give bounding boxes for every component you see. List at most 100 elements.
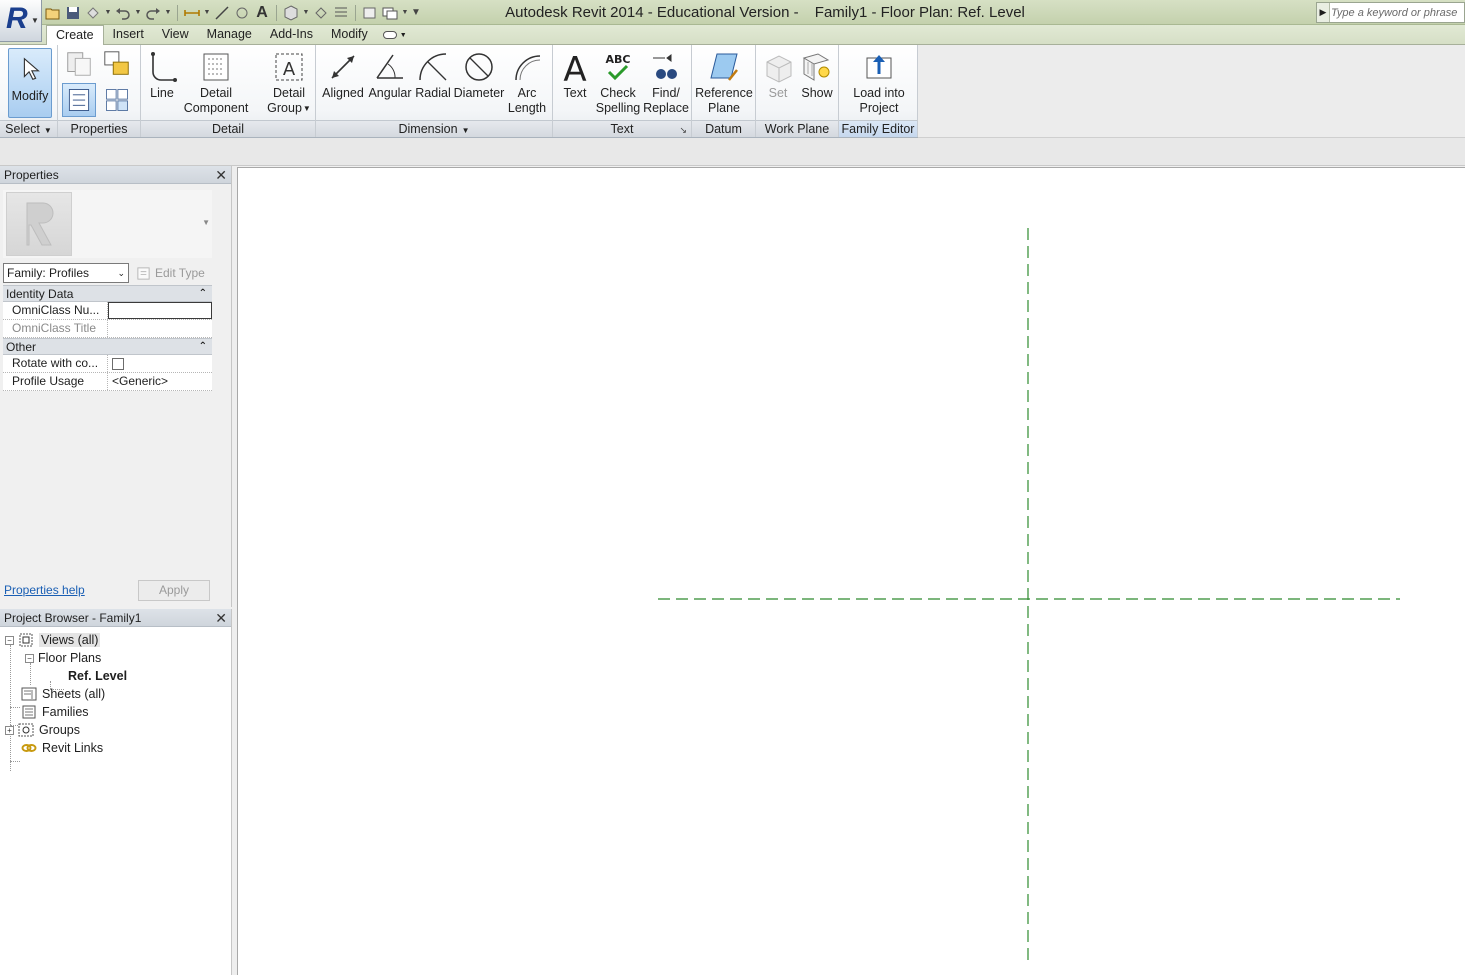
find-replace-tool[interactable]: Find/ Replace [643,48,689,116]
panel-title: Text [610,122,634,136]
expand-toggle-icon[interactable]: + [5,725,14,735]
modify-button[interactable]: Modify [8,48,52,118]
check-label-1: Check [600,86,636,100]
chevron-down-icon: ⌄ [117,268,125,278]
property-row: Profile Usage <Generic> [3,373,212,391]
floor-plan-view [658,228,1400,960]
find-replace-icon [643,48,689,86]
tree-node-families[interactable]: Families [21,703,89,721]
drawing-area[interactable] [237,167,1465,975]
line-tool[interactable]: Line [144,48,180,101]
family-types-icon[interactable] [100,47,134,81]
panel-properties: Properties [58,45,141,137]
tab-modify[interactable]: Modify [322,25,377,45]
tree-line [10,645,11,771]
tree-node-sheets[interactable]: Sheets (all) [21,685,105,703]
family-category-icon[interactable] [62,47,96,81]
datum-panel-label: Datum [692,120,755,137]
find-label-2: Replace [643,101,689,115]
radial-dimension-tool[interactable]: Radial [413,48,453,101]
property-row: Rotate with co... [3,355,212,373]
tab-view[interactable]: View [153,25,198,45]
tab-manage[interactable]: Manage [198,25,261,45]
expand-arrow-icon[interactable]: ▶ [1317,3,1330,22]
tab-insert[interactable]: Insert [104,25,153,45]
svg-text:A: A [283,59,296,80]
ribbon-minimize-button[interactable]: ▼ [377,25,413,45]
detail-group-tool[interactable]: A Detail Group▼ [267,48,311,116]
title-bar: ▼ ▼ ▼ ▼ A ▼ ▼ ▼ Autodesk Revit 2014 - Ed… [0,0,1465,25]
close-icon[interactable]: ✕ [215,609,227,627]
group-name: Other [6,340,37,354]
group-identity-data[interactable]: Identity Data ⌃ [3,285,212,302]
families-icon [21,705,37,719]
collapse-icon[interactable]: ⌃ [199,339,207,355]
application-menu-button[interactable]: R ▼ [0,0,42,42]
tree-node-views[interactable]: − Views (all) [5,631,101,649]
chevron-down-icon: ▼ [461,126,470,135]
check-spelling-tool[interactable]: ABC Check Spelling [595,48,641,116]
dialog-launcher-icon[interactable]: ↘ [679,122,687,138]
infocenter-search[interactable]: ▶ [1316,2,1465,23]
family-selector[interactable]: Family: Profiles ⌄ [3,263,129,283]
property-name: Profile Usage [3,373,108,390]
revit-logo-icon: R [6,2,28,35]
family-select-value: Family: Profiles [7,266,90,280]
chevron-down-icon: ▼ [31,16,39,25]
property-grid-empty-area [3,394,212,577]
properties-palette-icon[interactable] [62,83,96,117]
collapse-toggle-icon[interactable]: − [25,653,34,663]
dimension-panel-label[interactable]: Dimension ▼ [316,120,552,137]
omniclass-number-field[interactable] [108,302,212,319]
cursor-arrow-icon [9,49,51,89]
reference-label-1: Reference [695,86,753,100]
chevron-down-icon: ▼ [302,104,311,113]
ribbon-empty-area [918,45,1465,138]
collapse-icon[interactable]: ⌃ [199,286,207,302]
tree-line [10,707,20,708]
aligned-dimension-tool[interactable]: Aligned [319,48,367,101]
type-properties-icon[interactable] [100,83,134,117]
chevron-down-icon: ▼ [43,126,52,135]
detail-group-label-1: Detail [273,86,305,100]
detail-group-icon: A [267,48,311,86]
diameter-label: Diameter [453,86,505,100]
search-input[interactable] [1331,4,1463,21]
panel-select: Modify Select ▼ [0,45,58,137]
type-selector[interactable]: ▼ [3,190,212,258]
group-other[interactable]: Other ⌃ [3,338,212,355]
angular-dimension-tool[interactable]: Angular [367,48,413,101]
groups-icon [18,723,34,737]
reference-plane-tool[interactable]: Reference Plane [695,48,753,116]
tab-create[interactable]: Create [46,25,104,46]
panel-title: Select [5,122,40,136]
load-into-project-tool[interactable]: Load into Project [845,48,913,116]
panel-work-plane: Set Show Work Plane [756,45,839,137]
text-tool[interactable]: A Text [557,48,593,101]
rotate-with-component-checkbox[interactable] [112,358,124,370]
tree-node-floor-plans[interactable]: − Floor Plans [25,649,101,667]
properties-help-link[interactable]: Properties help [4,583,85,597]
tab-add-ins[interactable]: Add-Ins [261,25,322,45]
close-icon[interactable]: ✕ [215,166,227,184]
select-panel-label[interactable]: Select ▼ [0,120,57,137]
edit-type-icon [137,266,150,280]
profile-usage-field[interactable]: <Generic> [108,373,212,390]
node-label: Views (all) [39,633,101,647]
arc-length-dimension-tool[interactable]: Arc Length [505,48,549,116]
diameter-dimension-tool[interactable]: Diameter [453,48,505,101]
set-work-plane-tool[interactable]: Set [760,48,796,101]
tree-node-ref-level[interactable]: Ref. Level [68,667,127,685]
tree-line [10,761,20,762]
detail-component-tool[interactable]: Detail Component [183,48,249,116]
property-row: OmniClass Title [3,320,212,338]
apply-button[interactable]: Apply [138,580,210,601]
family-editor-panel-label: Family Editor [839,120,917,137]
arc-length-icon [505,48,549,86]
tree-node-groups[interactable]: + Groups [5,721,80,739]
collapse-toggle-icon[interactable]: − [5,635,14,645]
edit-type-button[interactable]: Edit Type [136,263,205,283]
tree-node-revit-links[interactable]: Revit Links [21,739,103,757]
detail-group-label-2: Group▼ [267,101,311,116]
show-work-plane-tool[interactable]: Show [798,48,836,101]
